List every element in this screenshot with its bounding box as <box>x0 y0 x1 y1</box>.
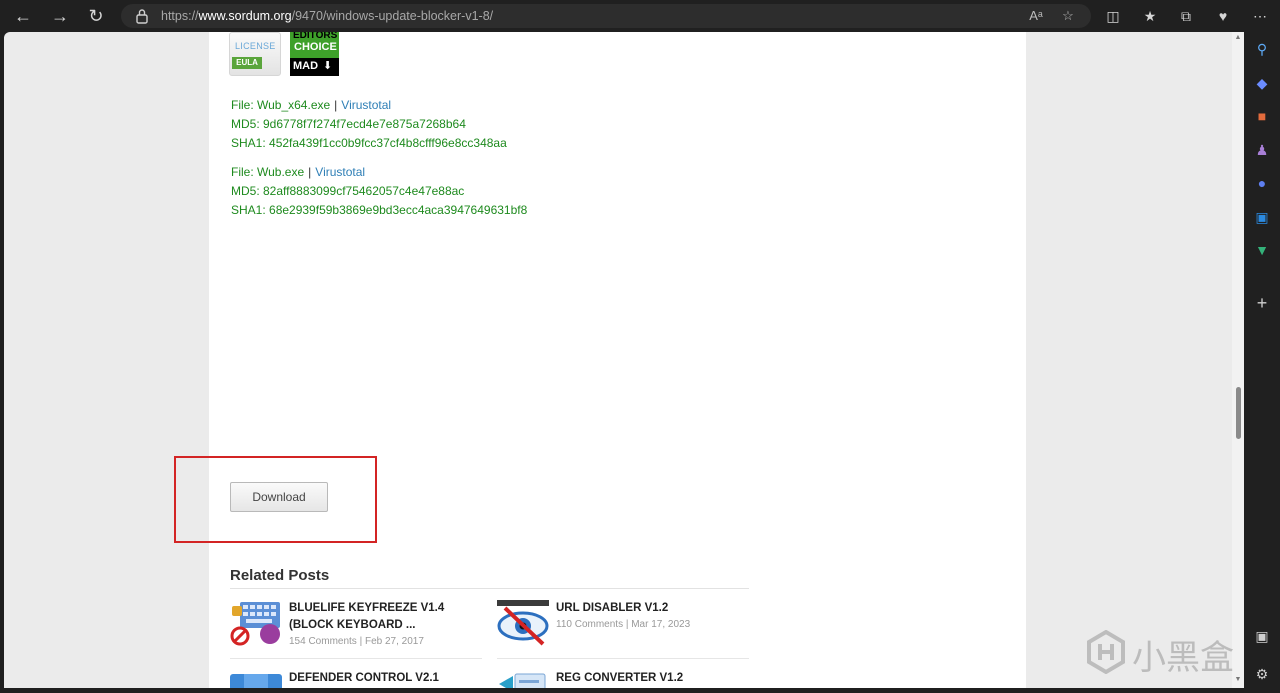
eula-badge-text: EULA <box>232 57 262 69</box>
file-line: File: Wub_x64.exe | Virustotal <box>231 98 391 112</box>
post-title[interactable]: REG CONVERTER V1.2 <box>556 670 751 687</box>
url-text: https://www.sordum.org/9470/windows-upda… <box>161 9 494 23</box>
outlook-icon[interactable]: ▣ <box>1252 207 1272 227</box>
sha1-hash: SHA1: 68e2939f59b3869e9bd3ecc4aca3947649… <box>231 203 528 217</box>
browser-essentials-icon[interactable]: ♥ <box>1213 6 1233 26</box>
forward-arrow-icon[interactable]: → <box>48 4 72 28</box>
browser-toolbar: ← → ↻ https://www.sordum.org/9470/window… <box>0 0 1280 32</box>
drop-icon[interactable]: ▼ <box>1252 240 1272 260</box>
collections-icon[interactable]: ⧉ <box>1176 6 1196 26</box>
watermark-hexagon-icon <box>1087 630 1125 674</box>
divider <box>230 588 749 589</box>
watermark-text: 小黑盒 <box>1132 638 1234 678</box>
sha1-hash: SHA1: 452fa439f1cc0b9fcc37cf4b8cfff96e8c… <box>231 136 507 150</box>
more-menu-icon[interactable]: ⋯ <box>1250 6 1270 26</box>
url-disabler-thumbnail <box>497 600 549 646</box>
article-content: LICENSE EULA EDITORS CHOICE MAD ⬇ File: … <box>174 32 1026 688</box>
watermark-logo: 小黑盒 <box>1086 624 1236 680</box>
read-aloud-icon[interactable]: Aᵃ <box>1027 7 1045 25</box>
post-title[interactable]: BLUELIFE KEYFREEZE V1.4 (BLOCK KEYBOARD … <box>289 600 484 634</box>
related-post[interactable]: URL DISABLER V1.2 110 Comments | Mar 17,… <box>497 600 749 650</box>
shopping-tag-icon[interactable]: ◆ <box>1252 73 1272 93</box>
virustotal-link[interactable]: Virustotal <box>315 165 365 179</box>
post-title[interactable]: URL DISABLER V1.2 <box>556 600 751 617</box>
related-posts-heading: Related Posts <box>230 567 330 584</box>
file-line: File: Wub.exe | Virustotal <box>231 165 365 179</box>
search-icon[interactable]: ⚲ <box>1252 39 1272 59</box>
page-scrollbar[interactable]: ▲ ▼ <box>1232 32 1244 688</box>
file-name: File: Wub.exe <box>231 165 305 179</box>
related-post[interactable]: DEFENDER CONTROL V2.1 <box>230 670 490 688</box>
add-icon[interactable]: + <box>1252 293 1272 313</box>
virustotal-link[interactable]: Virustotal <box>341 98 391 112</box>
md5-hash: MD5: 9d6778f7f274f7ecd4e7e875a7268b64 <box>231 117 466 131</box>
games-icon[interactable]: ♟ <box>1252 140 1272 160</box>
settings-gear-icon[interactable]: ⚙ <box>1252 664 1272 684</box>
license-badge-text: LICENSE <box>235 41 276 51</box>
mad-text: MAD <box>293 60 319 72</box>
divider <box>230 658 482 659</box>
post-meta: 110 Comments | Mar 17, 2023 <box>556 619 691 630</box>
license-eula-badge[interactable]: LICENSE EULA <box>229 32 281 76</box>
keyboard-lock-thumbnail <box>230 602 280 646</box>
post-title[interactable]: DEFENDER CONTROL V2.1 <box>289 670 484 687</box>
lock-icon <box>136 9 148 24</box>
download-button[interactable]: Download <box>230 482 328 512</box>
choice-text: CHOICE <box>294 41 337 53</box>
post-meta: 154 Comments | Feb 27, 2017 <box>289 636 424 647</box>
favorite-star-icon[interactable]: ☆ <box>1059 7 1077 25</box>
down-arrow-icon: ⬇ <box>323 60 333 72</box>
scrollbar-thumb[interactable] <box>1236 387 1241 439</box>
file-name: File: Wub_x64.exe <box>231 98 331 112</box>
related-post[interactable]: REG CONVERTER V1.2 <box>497 670 749 688</box>
separator: | <box>308 165 312 179</box>
reg-converter-thumbnail <box>499 673 546 688</box>
tools-icon[interactable]: ■ <box>1252 106 1272 126</box>
related-post[interactable]: BLUELIFE KEYFREEZE V1.4 (BLOCK KEYBOARD … <box>230 600 490 650</box>
split-screen-icon[interactable]: ◫ <box>1103 6 1123 26</box>
page-viewport: LICENSE EULA EDITORS CHOICE MAD ⬇ File: … <box>4 32 1244 688</box>
address-bar[interactable]: https://www.sordum.org/9470/windows-upda… <box>121 4 1091 28</box>
separator: | <box>334 98 338 112</box>
refresh-icon[interactable]: ↻ <box>84 4 108 28</box>
editors-text: EDITORS <box>293 32 338 41</box>
scroll-up-arrow-icon[interactable]: ▲ <box>1234 34 1242 41</box>
back-arrow-icon[interactable]: ← <box>11 4 35 28</box>
divider <box>497 658 749 659</box>
defender-control-thumbnail <box>230 674 282 688</box>
editors-choice-badge[interactable]: EDITORS CHOICE MAD ⬇ <box>290 32 339 76</box>
hide-sidebar-icon[interactable]: ▣ <box>1252 626 1272 646</box>
md5-hash: MD5: 82aff8883099cf75462057c4e47e88ac <box>231 184 465 198</box>
browser-sidebar: ⚲ ◆ ■ ♟ ● ▣ ▼ + ▣ ⚙ <box>1244 32 1280 693</box>
copilot-icon[interactable]: ● <box>1252 173 1272 193</box>
favorites-icon[interactable]: ★ <box>1140 6 1160 26</box>
